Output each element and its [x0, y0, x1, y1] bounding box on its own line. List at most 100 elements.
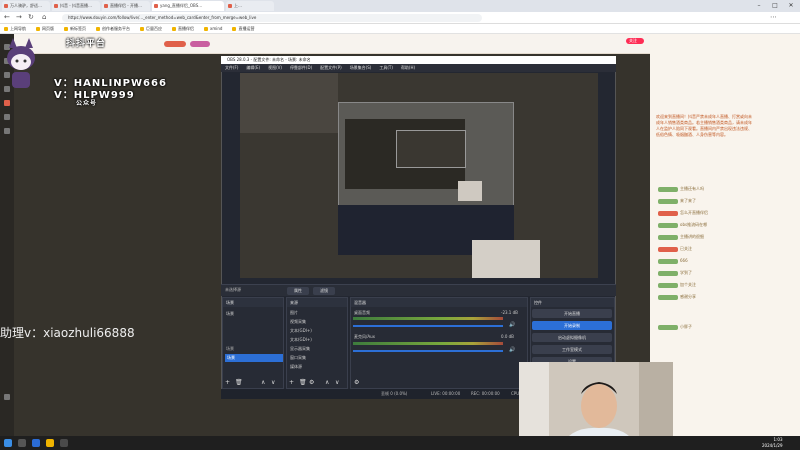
chat-message: 主播讲的很细 — [658, 234, 704, 240]
source-item[interactable]: 视频采集 — [290, 318, 350, 326]
add-source-icon[interactable]: + — [289, 379, 294, 386]
folder-icon — [64, 26, 68, 31]
obs-icon[interactable] — [60, 439, 68, 447]
live-notice: 欢迎来到直播间！抖音严禁未成年人直播、打赏或向未成年人销售酒类商品。若主播销售酒… — [656, 114, 752, 137]
menu-file[interactable]: 文件(F) — [225, 65, 238, 71]
mixer-dock-title: 混音器 — [351, 298, 527, 307]
mixer-settings-icon[interactable]: ⚙ — [354, 379, 359, 386]
volume-slider[interactable] — [353, 350, 503, 352]
track-name: 桌面音频 — [354, 310, 370, 315]
source-item[interactable]: 显示器采集 — [290, 345, 350, 353]
url-input[interactable]: https://www.douyin.com/follow/live/..._e… — [62, 14, 482, 22]
browser-tab-active[interactable]: yang_直播伴侣_OBS… — [152, 1, 224, 11]
level-badge — [658, 270, 678, 276]
follow-button[interactable]: 关注 — [626, 38, 644, 44]
sources-dock: 来源 图片 视频采集 文本(GDI+) 文本(GDI+) 显示器采集 窗口采集 … — [286, 297, 348, 389]
bookmark-item[interactable]: 巨量百应 — [140, 26, 162, 32]
forward-icon[interactable]: → — [16, 13, 22, 21]
menu-scene-collection[interactable]: 场景集合(S) — [350, 65, 372, 71]
tag-badge — [164, 41, 186, 47]
source-item[interactable]: 文本(GDI+) — [290, 336, 350, 344]
menu-help[interactable]: 帮助(H) — [401, 65, 415, 71]
level-badge — [658, 246, 678, 252]
bookmark-item[interactable]: 创作者服务平台 — [96, 26, 130, 32]
virtual-camera-button[interactable]: 启动虚拟摄像机 — [532, 333, 612, 342]
menu-view[interactable]: 视图(V) — [268, 65, 282, 71]
dropped-frames: 丢帧 0 (0.0%) — [381, 391, 408, 396]
mine-icon[interactable] — [4, 128, 10, 134]
remove-source-icon[interactable]: 🗑 — [299, 379, 307, 386]
chat-message: 小胖子 — [658, 324, 692, 330]
explorer-icon[interactable] — [46, 439, 54, 447]
bookmark-item[interactable]: 直播伴侣 — [172, 26, 194, 32]
close-icon[interactable]: ✕ — [784, 0, 798, 12]
volume-slider[interactable] — [353, 325, 503, 327]
favicon-icon — [154, 4, 158, 8]
move-down-icon[interactable]: ∨ — [335, 379, 339, 386]
chat-message: 已关注 — [658, 246, 692, 252]
studio-mode-button[interactable]: 工作室模式 — [532, 345, 612, 354]
source-item[interactable]: 文本(GDI+) — [290, 327, 350, 335]
bookmark-item[interactable]: 新标签页 — [64, 26, 86, 32]
rec-time: REC: 00:00:00 — [471, 391, 500, 396]
selected-scene[interactable]: 场景 — [225, 354, 283, 362]
menu-tools[interactable]: 工具(T) — [379, 65, 393, 71]
start-icon[interactable] — [4, 439, 12, 447]
back-icon[interactable]: ← — [4, 13, 10, 21]
track-name: 麦克风/Aux — [354, 334, 375, 339]
add-scene-icon[interactable]: + — [225, 379, 230, 386]
chat-message: 怎么开直播伴侣 — [658, 210, 708, 216]
search-icon[interactable] — [18, 439, 26, 447]
level-badge — [658, 210, 678, 216]
folder-icon — [140, 26, 144, 31]
source-settings-icon[interactable]: ⚙ — [309, 379, 314, 386]
browser-tab[interactable]: 万人骑驴，舒适… — [2, 1, 50, 11]
browser-tab[interactable]: 抖音 - 抖音直播… — [52, 1, 100, 11]
folder-icon — [172, 26, 176, 31]
source-item[interactable]: 窗口采集 — [290, 354, 350, 362]
scenes-dock: 场景 场景 场景 场景 + 🗑 ∧ ∨ — [222, 297, 284, 389]
reload-icon[interactable]: ↻ — [28, 13, 34, 21]
preview-browser-area — [240, 73, 338, 133]
preview-webcam — [472, 240, 540, 278]
speaker-icon[interactable]: 🔊 — [509, 347, 515, 353]
maximize-icon[interactable]: □ — [768, 0, 782, 12]
home-icon[interactable]: ⌂ — [42, 13, 46, 21]
remove-scene-icon[interactable]: 🗑 — [235, 379, 243, 386]
source-item[interactable]: 图片 — [290, 309, 350, 317]
move-down-icon[interactable]: ∨ — [271, 379, 275, 386]
menu-edit[interactable]: 编辑(E) — [246, 65, 260, 71]
edge-icon[interactable] — [32, 439, 40, 447]
browser-tab[interactable]: 直播伴侣 - 开播… — [102, 1, 150, 11]
live-time: LIVE: 00:00:00 — [431, 391, 461, 396]
source-item[interactable]: 媒体源 — [290, 363, 350, 371]
bookmark-item[interactable]: 直播运营 — [232, 26, 254, 32]
folder-icon — [232, 26, 237, 31]
bookmark-item[interactable]: 上网导航 — [4, 26, 26, 32]
speaker-icon[interactable]: 🔊 — [509, 322, 515, 328]
move-up-icon[interactable]: ∧ — [261, 379, 265, 386]
discover-icon[interactable] — [4, 114, 10, 120]
minimize-icon[interactable]: – — [752, 0, 766, 12]
start-recording-button[interactable]: 开始录制 — [532, 321, 612, 330]
browser-tab[interactable]: 上… — [226, 1, 274, 11]
bookmark-item[interactable]: xmind — [204, 26, 222, 31]
start-streaming-button[interactable]: 开始直播 — [532, 309, 612, 318]
scene-list-head: 场景 — [226, 346, 234, 351]
settings-icon[interactable] — [4, 394, 10, 400]
level-badge — [658, 282, 678, 288]
scene-list-item[interactable]: 场景 — [226, 310, 286, 318]
menu-docks[interactable]: 停靠部件(D) — [290, 65, 312, 71]
filters-button[interactable]: 滤镜 — [313, 287, 335, 295]
bookmarks-bar: 上网导航 网页版 新标签页 创作者服务平台 巨量百应 直播伴侣 xmind 直播… — [0, 24, 800, 34]
favicon-icon — [104, 4, 108, 8]
favicon-icon — [54, 4, 58, 8]
sources-dock-title: 来源 — [287, 298, 347, 307]
menu-icon[interactable]: ⋯ — [770, 13, 777, 21]
bookmark-item[interactable]: 网页版 — [36, 26, 54, 32]
level-badge — [658, 258, 678, 264]
move-up-icon[interactable]: ∧ — [325, 379, 329, 386]
properties-button[interactable]: 属性 — [287, 287, 309, 295]
audio-meter — [353, 317, 503, 320]
menu-profile[interactable]: 配置文件(P) — [320, 65, 342, 71]
